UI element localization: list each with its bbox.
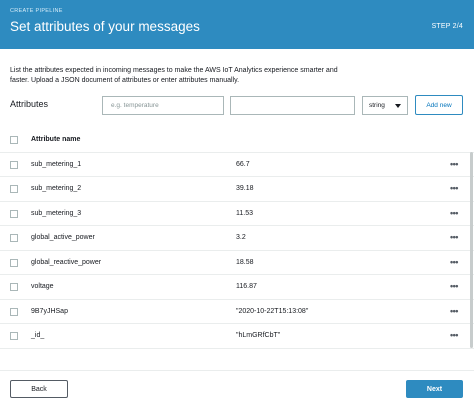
attribute-name-cell: global_reactive_power [31,258,102,266]
row-checkbox[interactable] [10,332,18,340]
table-row: global_active_power 3.2 ••• [0,226,474,251]
more-options-icon[interactable]: ••• [450,257,458,267]
more-options-icon[interactable]: ••• [450,306,458,316]
add-new-button[interactable]: Add new [415,95,463,115]
page-description: List the attributes expected in incoming… [10,67,338,84]
table-header-row: Attribute name [0,128,474,153]
more-options-icon[interactable]: ••• [450,330,458,340]
row-checkbox[interactable] [10,258,18,267]
attribute-value-cell: "hLmGRfCbT" [236,332,281,339]
scrollbar[interactable] [470,152,473,348]
row-checkbox[interactable] [10,209,18,218]
column-header-attribute-name: Attribute name [31,136,81,143]
attribute-name-input[interactable] [102,96,224,115]
attribute-name-cell: _id_ [31,332,45,339]
attribute-value-cell: 66.7 [236,160,250,168]
attribute-value-cell: "2020-10-22T15:13:08" [236,307,309,315]
table-row: sub_metering_2 39.18 ••• [0,177,474,202]
table-row: global_reactive_power 18.58 ••• [0,251,474,275]
table-row: sub_metering_3 11.53 ••• [0,202,474,226]
more-options-icon[interactable]: ••• [450,159,458,169]
attribute-value-input[interactable] [230,96,355,115]
breadcrumb: CREATE PIPELINE [10,8,63,14]
select-all-checkbox[interactable] [10,136,18,144]
attribute-value-cell: 18.58 [236,258,254,266]
attribute-name-cell: global_active_power [31,234,95,241]
attribute-name-cell: 9B7yJHSap [31,307,68,315]
page-header: CREATE PIPELINE Set attributes of your m… [0,0,474,49]
table-row: sub_metering_1 66.7 ••• [0,153,474,177]
attribute-type-select[interactable]: string [362,96,408,115]
page-title: Set attributes of your messages [10,19,200,34]
row-checkbox[interactable] [10,185,18,193]
row-checkbox[interactable] [10,307,18,316]
attribute-type-value: string [369,102,385,109]
table-row: _id_ "hLmGRfCbT" ••• [0,324,474,349]
attribute-name-cell: voltage [31,283,54,290]
attribute-value-cell: 11.53 [236,209,253,217]
row-checkbox[interactable] [10,283,18,291]
step-indicator: STEP 2/4 [431,23,463,30]
more-options-icon[interactable]: ••• [450,183,458,193]
attributes-label: Attributes [10,99,49,109]
more-options-icon[interactable]: ••• [450,281,458,291]
attribute-name-cell: sub_metering_2 [31,185,82,192]
row-checkbox[interactable] [10,234,18,242]
next-button[interactable]: Next [406,380,463,398]
row-checkbox[interactable] [10,160,18,169]
attribute-name-cell: sub_metering_1 [31,160,82,168]
more-options-icon[interactable]: ••• [450,208,458,218]
attributes-table: Attribute name sub_metering_1 66.7 ••• s… [0,128,474,349]
back-button[interactable]: Back [10,380,68,398]
attribute-value-cell: 116.87 [236,283,257,290]
table-row: voltage 116.87 ••• [0,275,474,300]
more-options-icon[interactable]: ••• [450,232,458,242]
attribute-name-cell: sub_metering_3 [31,209,82,217]
attribute-value-cell: 39.18 [236,185,254,192]
caret-down-icon [395,104,401,108]
footer-divider [0,370,474,371]
table-row: 9B7yJHSap "2020-10-22T15:13:08" ••• [0,300,474,324]
attribute-value-cell: 3.2 [236,234,246,241]
